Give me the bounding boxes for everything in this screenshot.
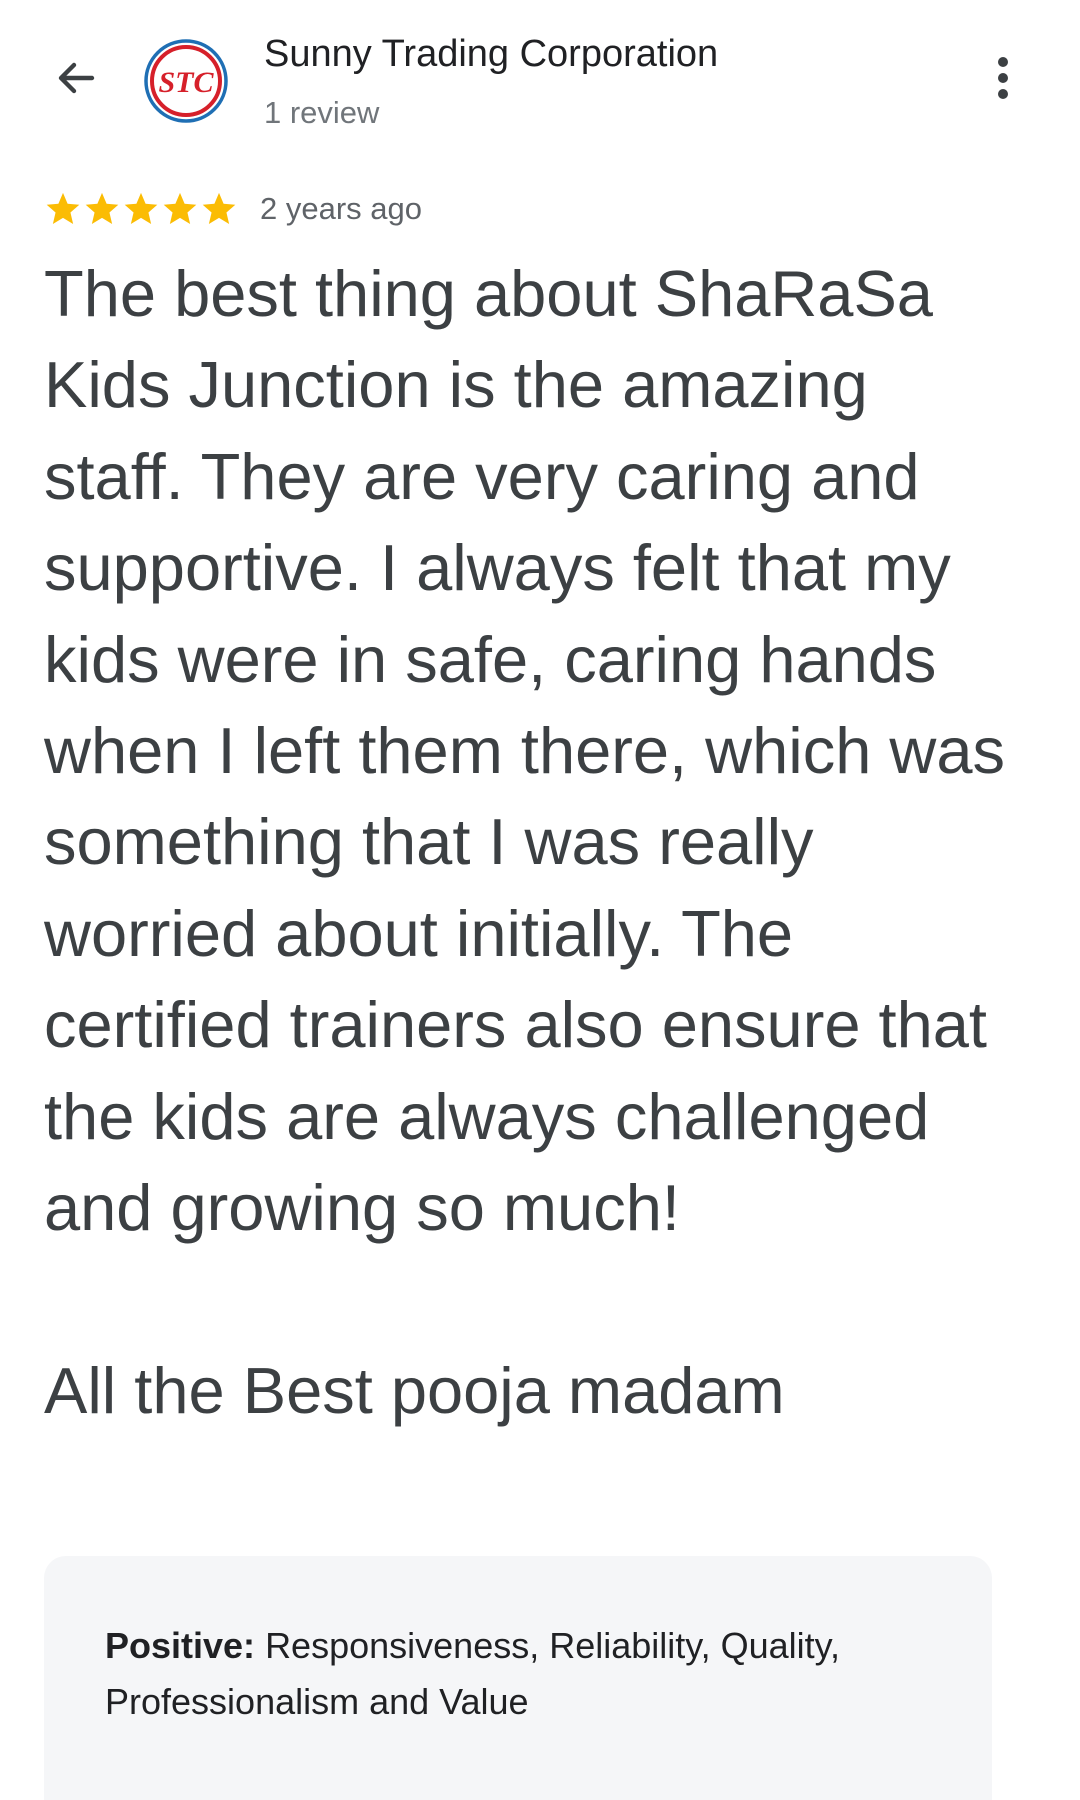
review-count: 1 review (264, 95, 380, 130)
star-icon (124, 192, 158, 225)
arrow-back-icon (52, 54, 100, 107)
business-logo-avatar[interactable]: STC (143, 38, 229, 124)
star-icon (163, 192, 197, 225)
star-icon (202, 192, 236, 225)
more-options-button[interactable] (968, 45, 1038, 115)
review-meta: 2 years ago (44, 186, 422, 232)
back-button[interactable] (36, 40, 116, 120)
business-name[interactable]: Sunny Trading Corporation (264, 33, 718, 76)
review-text: The best thing about ShaRaSa Kids Juncti… (44, 257, 1006, 1427)
review-time: 2 years ago (260, 191, 422, 226)
highlights-label: Positive: (105, 1625, 256, 1666)
star-icon (85, 192, 119, 225)
star-icon (46, 192, 80, 225)
review-highlights: Positive: Responsiveness, Reliability, Q… (105, 1618, 965, 1730)
star-rating (44, 190, 238, 228)
logo-text: STC (158, 66, 214, 99)
review-highlights-box: Positive: Responsiveness, Reliability, Q… (44, 1556, 992, 1800)
top-app-bar: STC Sunny Trading Corporation 1 review (0, 0, 1080, 150)
more-vert-icon (995, 56, 1011, 105)
